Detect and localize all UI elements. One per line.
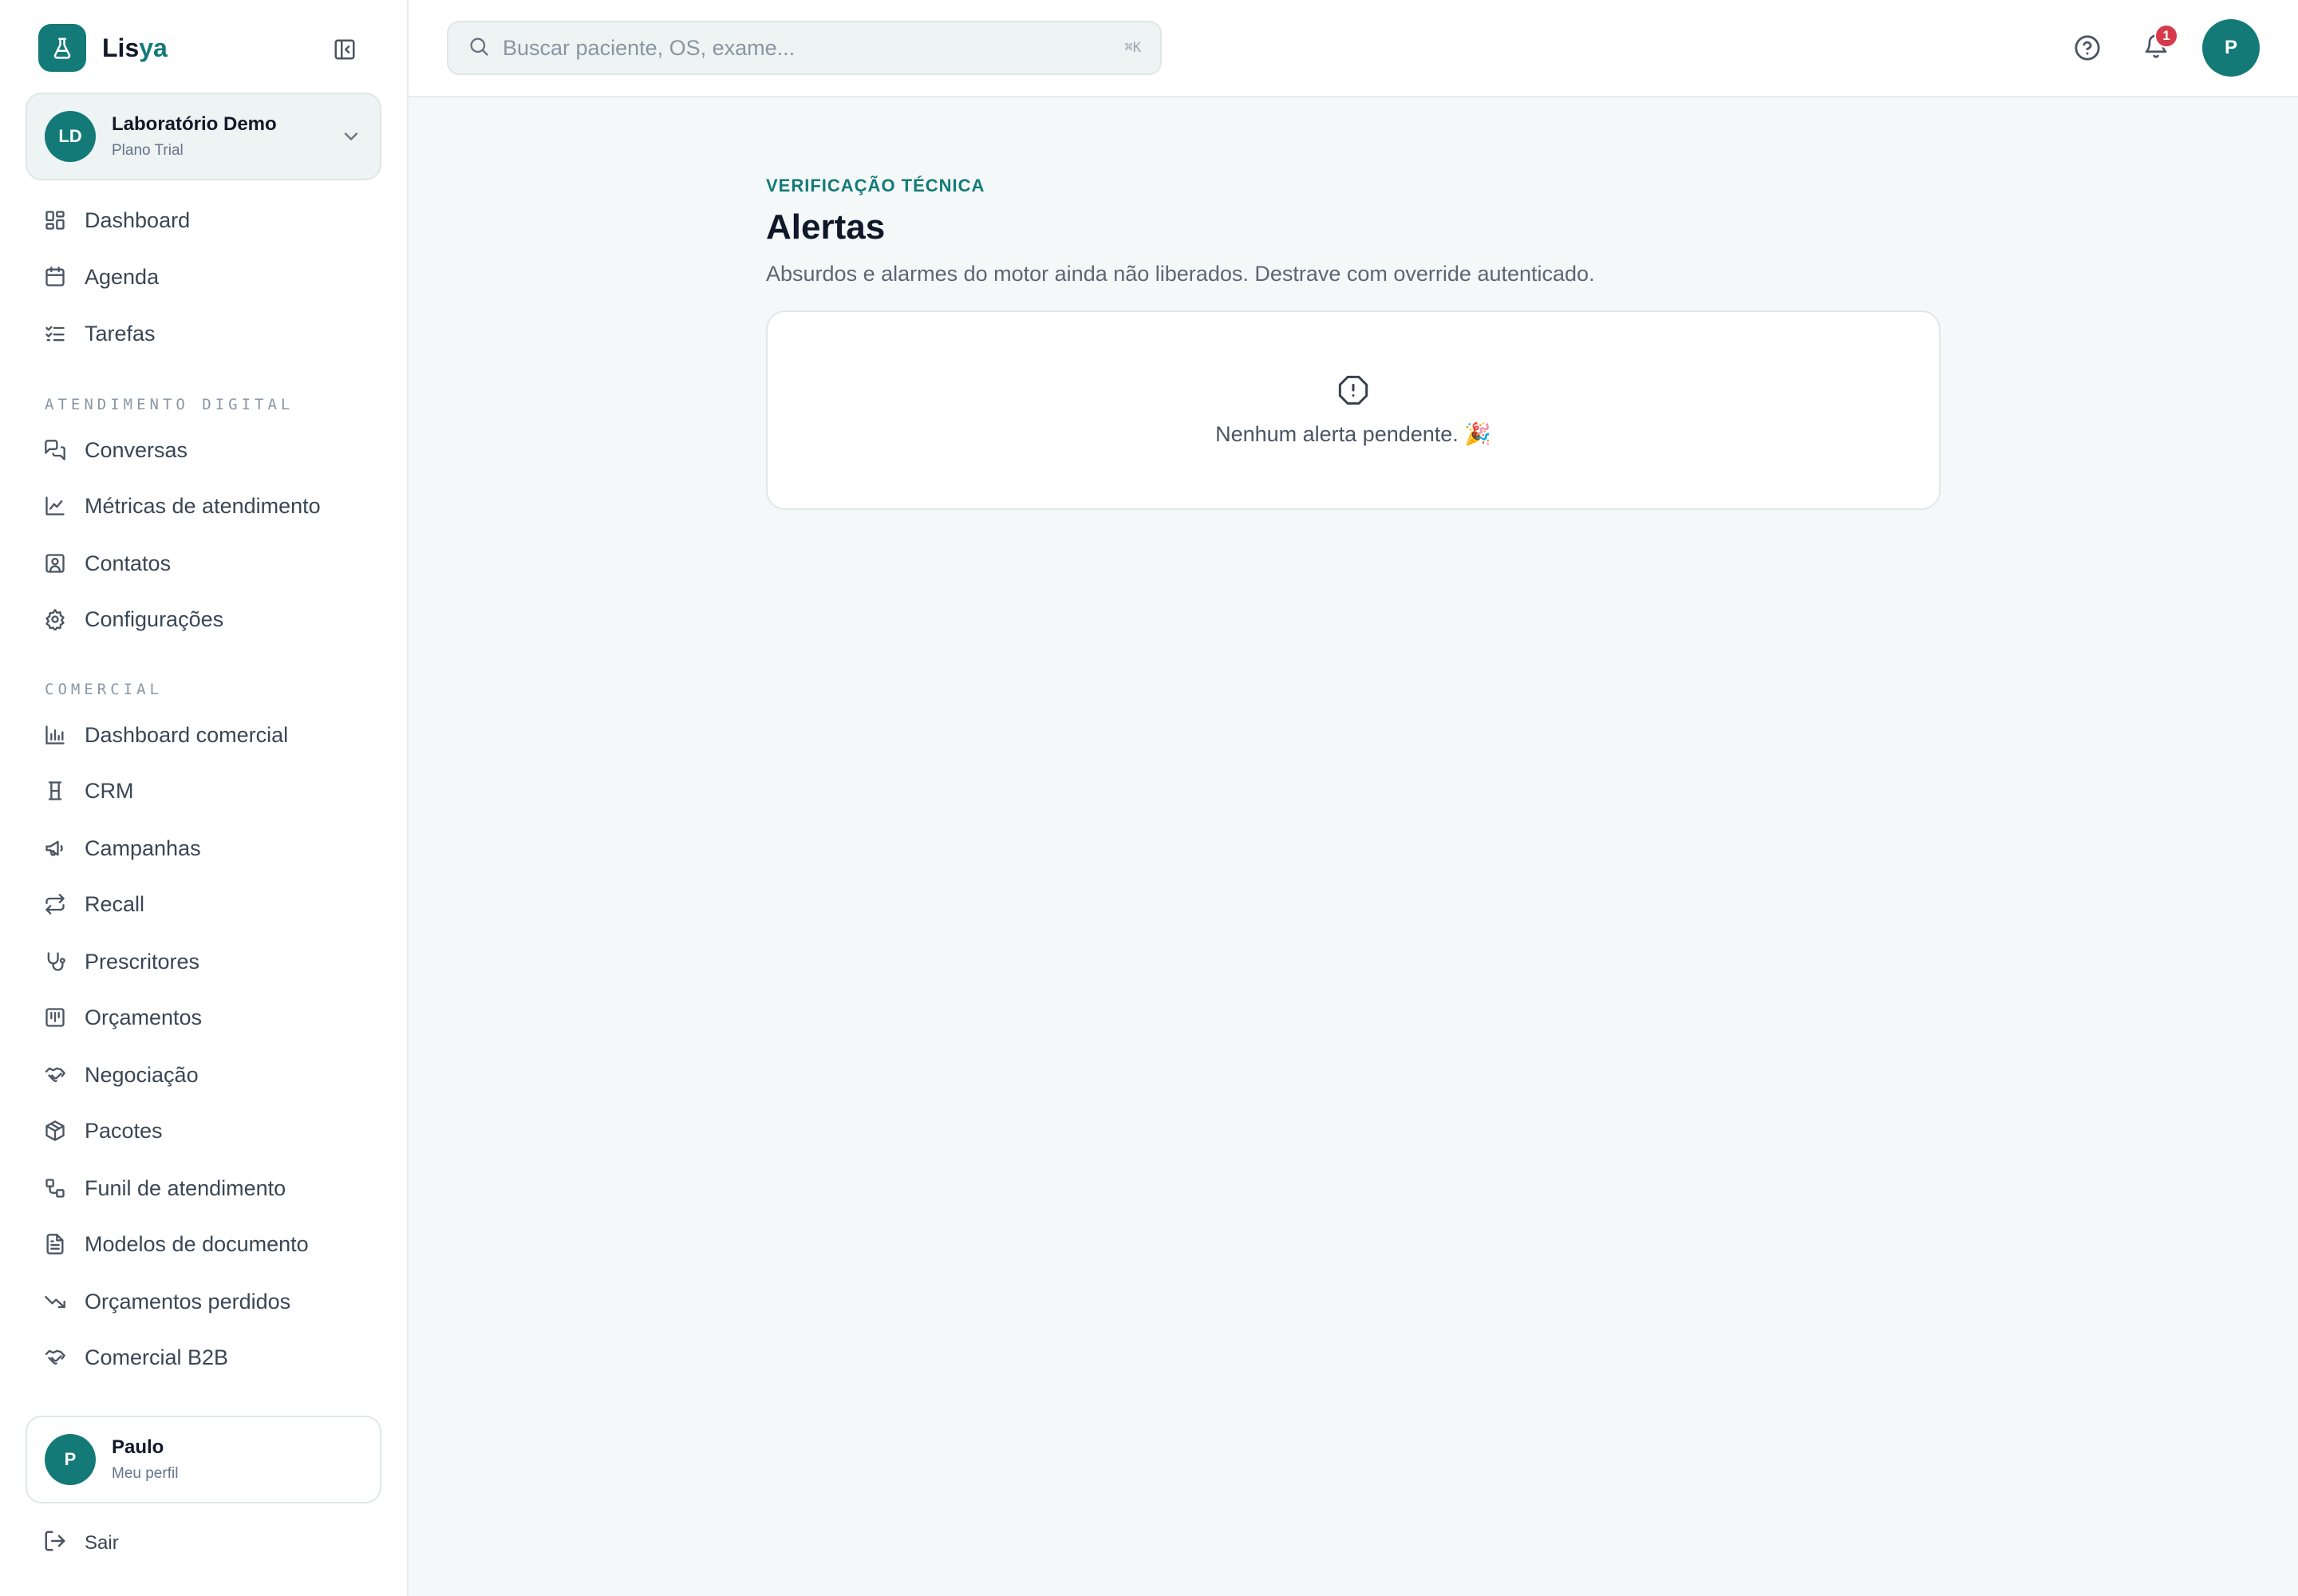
sidebar-item-label: Orçamentos perdidos [85,1289,291,1314]
sidebar-item-conversas[interactable]: Conversas [26,427,381,473]
repeat-icon [43,892,67,916]
calendar-icon [43,265,67,289]
sidebar-item-label: Pacotes [85,1118,163,1143]
crm-icon [43,779,67,803]
empty-state-message: Nenhum alerta pendente. 🎉 [1215,421,1491,446]
sidebar-collapse-icon[interactable] [329,34,361,65]
sidebar-item-label: Contatos [85,551,172,575]
sidebar-item-label: Recall [85,891,145,916]
trend-down-icon [43,1290,67,1314]
sidebar-item-negociacao[interactable]: Negociação [26,1052,381,1098]
sidebar-item-dashboard-comercial[interactable]: Dashboard comercial [26,712,381,758]
logout-icon [43,1529,67,1557]
chat-icon [43,438,67,462]
organization-avatar: LD [45,111,96,162]
gear-icon [43,607,67,631]
search-shortcut: ⌘K [1124,40,1141,56]
user-avatar[interactable]: P [2202,19,2260,77]
sidebar-item-label: Negociação [85,1062,199,1087]
sidebar-item-comercial-b2b[interactable]: Comercial B2B [26,1334,381,1381]
profile-card[interactable]: P Paulo Meu perfil [26,1416,381,1503]
organization-plan: Plano Trial [112,142,184,159]
chevron-down-icon [344,132,358,140]
sidebar-item-crm[interactable]: CRM [26,768,381,814]
organization-switcher[interactable]: LD Laboratório Demo Plano Trial [26,93,381,180]
profile-name: Paulo [112,1436,164,1458]
sidebar-item-modelos[interactable]: Modelos de documento [26,1221,381,1267]
tasks-icon [43,322,67,346]
sidebar-item-label: Configurações [85,606,224,631]
receipt-icon [43,1005,67,1029]
empty-state-card: Nenhum alerta pendente. 🎉 [766,310,1941,510]
sidebar-item-label: Modelos de documento [85,1231,309,1256]
sidebar-item-campanhas[interactable]: Campanhas [26,825,381,871]
notification-badge: 1 [2154,24,2178,48]
flask-icon [38,24,86,72]
sidebar-item-orcamentos[interactable]: Orçamentos [26,994,381,1041]
brand-name: Lisya [102,34,168,63]
logout-label: Sair [85,1531,119,1554]
brand[interactable]: Lisya [38,24,168,72]
megaphone-icon [43,836,67,860]
sidebar-item-pacotes[interactable]: Pacotes [26,1108,381,1154]
sidebar-item-label: Dashboard comercial [85,722,289,747]
sidebar-item-funil[interactable]: Funil de atendimento [26,1165,381,1211]
workflow-icon [43,1176,67,1200]
page-eyebrow: VERIFICAÇÃO TÉCNICA [766,176,985,196]
sidebar-item-label: Comercial B2B [85,1345,229,1369]
sidebar: Lisya LD Laboratório Demo Plano Trial Da… [0,0,409,1596]
sidebar-item-label: CRM [85,778,134,803]
sidebar-item-configuracoes[interactable]: Configurações [26,596,381,642]
sidebar-item-label: Campanhas [85,836,201,860]
handshake-icon [43,1063,67,1087]
sidebar-item-label: Métricas de atendimento [85,493,321,518]
section-title-atendimento: ATENDIMENTO DIGITAL [45,396,294,413]
sidebar-item-tarefas[interactable]: Tarefas [26,310,381,357]
sidebar-item-label: Funil de atendimento [85,1175,286,1200]
sidebar-item-contatos[interactable]: Contatos [26,540,381,587]
sidebar-item-prescritores[interactable]: Prescritores [26,938,381,985]
dashboard-icon [43,208,67,232]
page-description: Absurdos e alarmes do motor ainda não li… [766,262,1595,286]
brand-name-prefix: Lis [102,33,140,62]
sidebar-item-label: Prescritores [85,949,200,974]
package-icon [43,1119,67,1143]
organization-name: Laboratório Demo [112,113,277,135]
line-chart-icon [43,494,67,518]
sidebar-item-agenda[interactable]: Agenda [26,254,381,300]
main-area: ⌘K 1 P VERIFICAÇÃO TÉCNICA Alertas Absur… [409,0,2298,1596]
sidebar-item-label: Conversas [85,437,188,462]
sidebar-item-label: Agenda [85,264,160,289]
topbar: ⌘K 1 P [409,0,2298,97]
page-content: VERIFICAÇÃO TÉCNICA Alertas Absurdos e a… [766,176,1941,510]
sidebar-item-label: Orçamentos [85,1005,203,1029]
stethoscope-icon [43,950,67,974]
profile-subtitle: Meu perfil [112,1465,179,1482]
sidebar-item-label: Dashboard [85,207,191,232]
notifications-button[interactable]: 1 [2137,24,2178,67]
brand-name-accent: ya [139,33,168,62]
search-bar[interactable]: ⌘K [447,21,1162,75]
alert-octagon-icon [1337,374,1369,410]
section-title-comercial: COMERCIAL [45,681,163,698]
sidebar-item-dashboard[interactable]: Dashboard [26,197,381,243]
handshake-icon [43,1345,67,1369]
logout-button[interactable]: Sair [43,1529,119,1557]
sidebar-item-metricas[interactable]: Métricas de atendimento [26,483,381,529]
search-input[interactable] [503,35,1125,61]
avatar: P [45,1434,96,1485]
sidebar-item-label: Tarefas [85,321,156,346]
help-icon[interactable] [2068,29,2106,67]
contacts-icon [43,551,67,575]
search-icon [468,35,490,61]
document-icon [43,1232,67,1256]
bar-chart-icon [43,723,67,747]
sidebar-item-recall[interactable]: Recall [26,881,381,927]
sidebar-item-orcamentos-perdidos[interactable]: Orçamentos perdidos [26,1278,381,1325]
page-title: Alertas [766,207,886,247]
